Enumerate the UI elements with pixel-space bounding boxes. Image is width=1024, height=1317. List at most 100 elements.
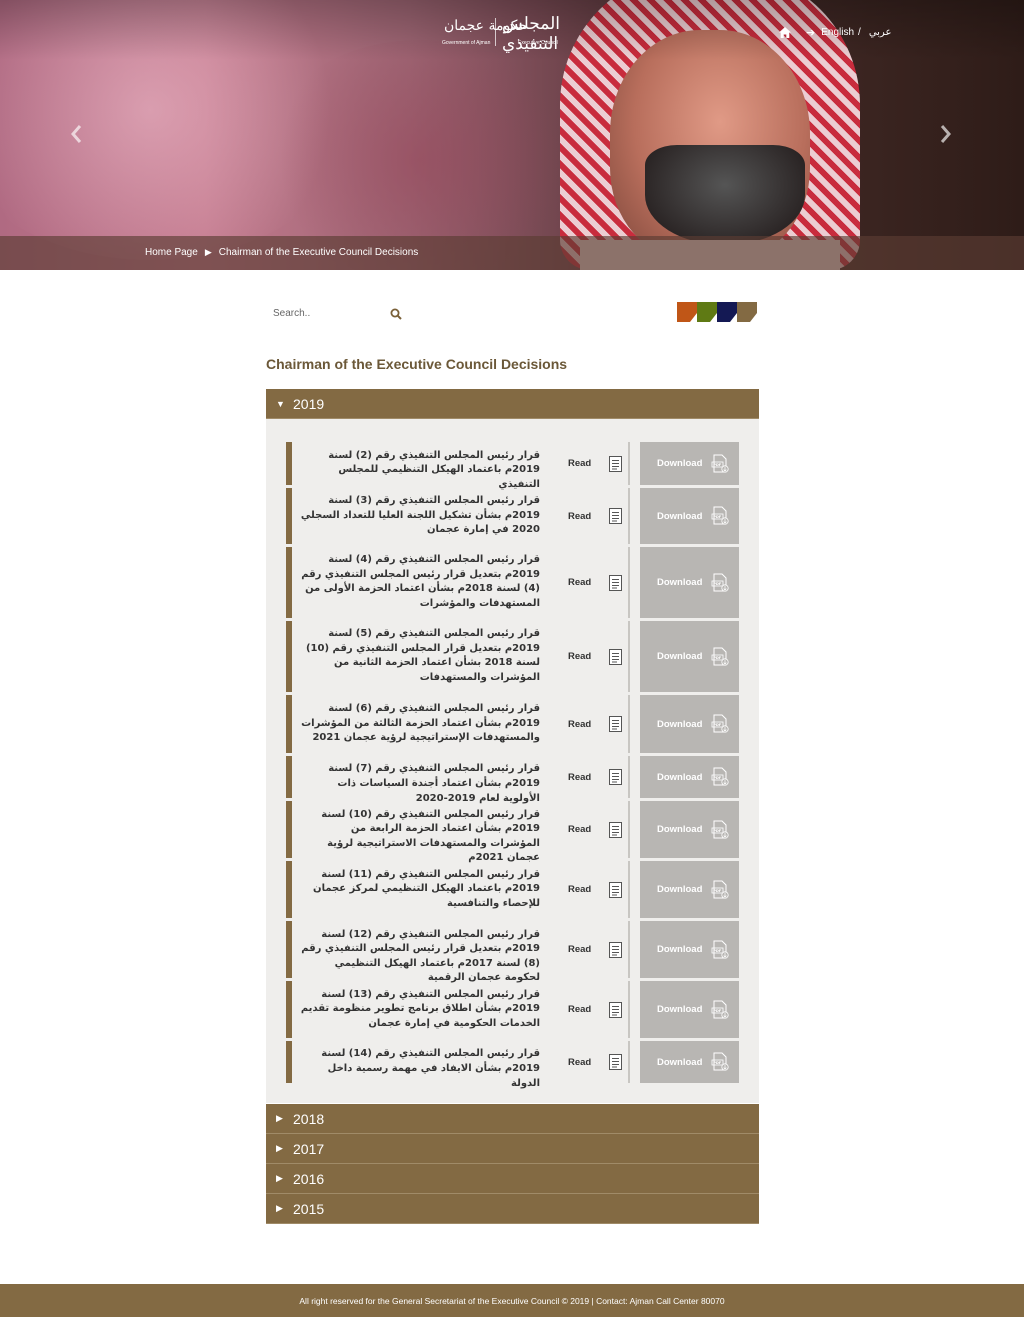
pdf-download-icon: PDF xyxy=(710,454,730,474)
decision-row: قرار رئيس المجلس التنفيذي رقم (4) لسنة 2… xyxy=(286,547,739,618)
document-icon xyxy=(609,881,623,898)
download-button[interactable]: Download PDF xyxy=(640,861,739,918)
download-button[interactable]: Download PDF xyxy=(640,621,739,692)
document-icon xyxy=(609,648,623,665)
top-nav: ➔ English / عربي xyxy=(778,24,895,40)
download-button[interactable]: Download PDF xyxy=(640,1041,739,1083)
read-link[interactable]: Read xyxy=(568,821,623,838)
footer: All right reserved for the General Secre… xyxy=(0,1284,1024,1317)
theme-switcher xyxy=(677,302,757,322)
svg-text:PDF: PDF xyxy=(713,723,722,727)
download-label: Download xyxy=(657,944,703,955)
document-icon xyxy=(609,455,623,472)
decision-title: قرار رئيس المجلس التنفيذي رقم (3) لسنة 2… xyxy=(300,495,540,536)
download-button[interactable]: Download PDF xyxy=(640,488,739,544)
accordion-header-2017[interactable]: ▶ 2017 xyxy=(266,1134,759,1164)
decision-title: قرار رئيس المجلس التنفيذي رقم (10) لسنة … xyxy=(321,808,540,864)
document-icon xyxy=(609,1054,623,1070)
decision-row: قرار رئيس المجلس التنفيذي رقم (6) لسنة 2… xyxy=(286,695,739,753)
row-accent-bar xyxy=(286,756,292,798)
row-accent-bar xyxy=(286,801,292,858)
download-button[interactable]: Download PDF xyxy=(640,981,739,1038)
theme-green[interactable] xyxy=(697,302,717,322)
row-divider xyxy=(628,442,630,485)
pdf-download-icon: PDF xyxy=(710,767,730,787)
slider-next-icon[interactable] xyxy=(940,124,956,146)
decision-title: قرار رئيس المجلس التنفيذي رقم (7) لسنة 2… xyxy=(328,763,540,804)
read-link[interactable]: Read xyxy=(568,574,623,591)
lang-english-link[interactable]: English xyxy=(821,27,854,38)
site-logo[interactable]: حكومة عجمان المجلس التنفيذي Government o… xyxy=(440,14,585,54)
row-accent-bar xyxy=(286,621,292,692)
logo-gov-en: Government of Ajman xyxy=(442,40,491,46)
accordion-header-2019[interactable]: ▼ 2019 xyxy=(266,389,759,419)
pdf-download-icon: PDF xyxy=(710,940,730,960)
caret-right-icon: ▶ xyxy=(276,1203,283,1213)
pdf-download-icon: PDF xyxy=(710,714,730,734)
read-label: Read xyxy=(568,944,592,955)
svg-text:PDF: PDF xyxy=(713,656,722,660)
read-link[interactable]: Read xyxy=(568,508,623,524)
document-icon xyxy=(609,941,623,958)
search-icon[interactable] xyxy=(390,307,402,320)
breadcrumb-home[interactable]: Home Page xyxy=(145,247,198,258)
decision-row: قرار رئيس المجلس التنفيذي رقم (2) لسنة 2… xyxy=(286,442,739,490)
decision-row: قرار رئيس المجلس التنفيذي رقم (7) لسنة 2… xyxy=(286,756,739,804)
theme-brown[interactable] xyxy=(737,302,757,322)
decision-row: قرار رئيس المجلس التنفيذي رقم (11) لسنة … xyxy=(286,861,739,918)
row-accent-bar xyxy=(286,488,292,544)
accordion-year-label: 2019 xyxy=(293,395,325,412)
download-button[interactable]: Download PDF xyxy=(640,547,739,618)
read-link[interactable]: Read xyxy=(568,769,623,785)
download-button[interactable]: Download PDF xyxy=(640,801,739,858)
read-link[interactable]: Read xyxy=(568,1001,623,1018)
document-icon xyxy=(609,821,623,838)
document-icon xyxy=(609,716,623,732)
page: حكومة عجمان المجلس التنفيذي Government o… xyxy=(0,0,1024,1317)
read-link[interactable]: Read xyxy=(568,648,623,665)
row-divider xyxy=(628,547,630,618)
accordion-header-2018[interactable]: ▶ 2018 xyxy=(266,1104,759,1134)
row-divider xyxy=(628,981,630,1038)
svg-text:PDF: PDF xyxy=(713,463,722,467)
read-link[interactable]: Read xyxy=(568,716,623,732)
svg-text:PDF: PDF xyxy=(713,1009,722,1013)
theme-orange[interactable] xyxy=(677,302,697,322)
document-icon xyxy=(609,769,623,785)
accordion-header-2016[interactable]: ▶ 2016 xyxy=(266,1164,759,1194)
caret-right-icon: ▶ xyxy=(276,1113,283,1123)
accordion-year-label: 2018 xyxy=(293,1110,325,1127)
lang-separator: / xyxy=(858,26,861,38)
page-title: Chairman of the Executive Council Decisi… xyxy=(266,356,568,372)
breadcrumb-separator-icon: ▶ xyxy=(204,247,212,257)
decision-row: قرار رئيس المجلس التنفيذي رقم (14) لسنة … xyxy=(286,1041,739,1089)
caret-right-icon: ▶ xyxy=(276,1143,283,1153)
row-accent-bar xyxy=(286,921,292,978)
read-link[interactable]: Read xyxy=(568,881,623,898)
logo-council-ar: المجلس التنفيذي xyxy=(502,14,561,54)
download-button[interactable]: Download PDF xyxy=(640,921,739,978)
theme-navy[interactable] xyxy=(717,302,737,322)
row-divider xyxy=(628,695,630,753)
download-button[interactable]: Download PDF xyxy=(640,756,739,798)
row-divider xyxy=(628,1041,630,1083)
download-label: Download xyxy=(657,718,703,730)
accordion-header-2015[interactable]: ▶ 2015 xyxy=(266,1194,759,1224)
slider-prev-icon[interactable] xyxy=(70,124,86,146)
read-link[interactable]: Read xyxy=(568,455,623,472)
pdf-download-icon: PDF xyxy=(710,820,730,840)
svg-text:PDF: PDF xyxy=(713,829,722,833)
read-link[interactable]: Read xyxy=(568,1054,623,1070)
read-link[interactable]: Read xyxy=(568,941,623,958)
read-label: Read xyxy=(568,884,592,895)
decision-row: قرار رئيس المجلس التنفيذي رقم (12) لسنة … xyxy=(286,921,739,983)
lang-arabic-link[interactable]: عربي xyxy=(869,27,892,38)
home-icon[interactable] xyxy=(778,26,792,38)
decision-title: قرار رئيس المجلس التنفيذي رقم (12) لسنة … xyxy=(301,928,540,984)
download-button[interactable]: Download PDF xyxy=(640,442,739,485)
read-label: Read xyxy=(568,458,592,469)
decision-title: قرار رئيس المجلس التنفيذي رقم (11) لسنة … xyxy=(313,868,540,909)
row-accent-bar xyxy=(286,695,292,753)
download-button[interactable]: Download PDF xyxy=(640,695,739,753)
breadcrumb-current: Chairman of the Executive Council Decisi… xyxy=(218,247,419,258)
